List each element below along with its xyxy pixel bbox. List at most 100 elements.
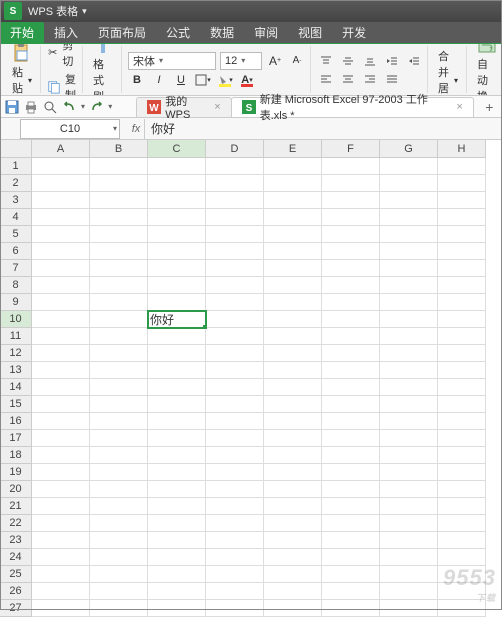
cell-E3[interactable] [264, 192, 322, 209]
cell-D23[interactable] [206, 532, 264, 549]
cell-G11[interactable] [380, 328, 438, 345]
indent-increase-button[interactable] [405, 53, 423, 69]
fill-color-button[interactable]: ▾ [216, 72, 234, 88]
cell-B4[interactable] [90, 209, 148, 226]
menu-tab-5[interactable]: 审阅 [244, 22, 288, 43]
cell-A10[interactable] [32, 311, 90, 328]
cell-G4[interactable] [380, 209, 438, 226]
cell-E18[interactable] [264, 447, 322, 464]
cell-B13[interactable] [90, 362, 148, 379]
row-header-15[interactable]: 15 [0, 396, 32, 413]
cell-G24[interactable] [380, 549, 438, 566]
cell-A18[interactable] [32, 447, 90, 464]
font-name-select[interactable]: 宋体▾ [128, 52, 216, 70]
paste-button[interactable]: 粘贴▾ [8, 44, 36, 96]
cell-B26[interactable] [90, 583, 148, 600]
cell-A2[interactable] [32, 175, 90, 192]
cell-D22[interactable] [206, 515, 264, 532]
cell-C24[interactable] [148, 549, 206, 566]
cell-B12[interactable] [90, 345, 148, 362]
cell-C2[interactable] [148, 175, 206, 192]
cell-F17[interactable] [322, 430, 380, 447]
row-header-24[interactable]: 24 [0, 549, 32, 566]
cell-A17[interactable] [32, 430, 90, 447]
cell-D25[interactable] [206, 566, 264, 583]
print-icon[interactable] [23, 99, 38, 115]
cell-B15[interactable] [90, 396, 148, 413]
cell-H13[interactable] [438, 362, 486, 379]
cell-A13[interactable] [32, 362, 90, 379]
cell-F8[interactable] [322, 277, 380, 294]
cell-H8[interactable] [438, 277, 486, 294]
cell-E24[interactable] [264, 549, 322, 566]
cell-A16[interactable] [32, 413, 90, 430]
cell-F26[interactable] [322, 583, 380, 600]
cell-B8[interactable] [90, 277, 148, 294]
cell-E5[interactable] [264, 226, 322, 243]
cut-button[interactable]: ✂ 剪切 [47, 44, 78, 69]
cell-H10[interactable] [438, 311, 486, 328]
cell-G1[interactable] [380, 158, 438, 175]
row-header-14[interactable]: 14 [0, 379, 32, 396]
cell-D6[interactable] [206, 243, 264, 260]
cell-C8[interactable] [148, 277, 206, 294]
row-header-7[interactable]: 7 [0, 260, 32, 277]
cell-G16[interactable] [380, 413, 438, 430]
cell-C7[interactable] [148, 260, 206, 277]
col-header-D[interactable]: D [206, 140, 264, 158]
redo-icon[interactable] [89, 99, 104, 115]
cell-G21[interactable] [380, 498, 438, 515]
cell-G22[interactable] [380, 515, 438, 532]
row-header-26[interactable]: 26 [0, 583, 32, 600]
row-header-16[interactable]: 16 [0, 413, 32, 430]
cell-D27[interactable] [206, 600, 264, 617]
cell-H24[interactable] [438, 549, 486, 566]
cell-G6[interactable] [380, 243, 438, 260]
cell-B18[interactable] [90, 447, 148, 464]
row-header-19[interactable]: 19 [0, 464, 32, 481]
cell-D14[interactable] [206, 379, 264, 396]
align-right-button[interactable] [361, 71, 379, 87]
cell-B20[interactable] [90, 481, 148, 498]
cell-C16[interactable] [148, 413, 206, 430]
cell-D16[interactable] [206, 413, 264, 430]
row-header-10[interactable]: 10 [0, 311, 32, 328]
cell-E6[interactable] [264, 243, 322, 260]
cell-A11[interactable] [32, 328, 90, 345]
menu-tab-7[interactable]: 开发 [332, 22, 376, 43]
cell-D1[interactable] [206, 158, 264, 175]
cell-F13[interactable] [322, 362, 380, 379]
cell-H5[interactable] [438, 226, 486, 243]
cell-B1[interactable] [90, 158, 148, 175]
cell-A8[interactable] [32, 277, 90, 294]
cell-E25[interactable] [264, 566, 322, 583]
cell-G25[interactable] [380, 566, 438, 583]
italic-button[interactable]: I [150, 72, 168, 88]
cell-F25[interactable] [322, 566, 380, 583]
col-header-E[interactable]: E [264, 140, 322, 158]
row-header-18[interactable]: 18 [0, 447, 32, 464]
cell-D21[interactable] [206, 498, 264, 515]
cell-A21[interactable] [32, 498, 90, 515]
cell-B5[interactable] [90, 226, 148, 243]
col-header-A[interactable]: A [32, 140, 90, 158]
cell-C11[interactable] [148, 328, 206, 345]
cell-G20[interactable] [380, 481, 438, 498]
cell-H11[interactable] [438, 328, 486, 345]
col-header-G[interactable]: G [380, 140, 438, 158]
cell-E1[interactable] [264, 158, 322, 175]
row-header-27[interactable]: 27 [0, 600, 32, 617]
cell-C5[interactable] [148, 226, 206, 243]
row-header-25[interactable]: 25 [0, 566, 32, 583]
copy-button[interactable]: 复制 [47, 71, 78, 97]
cell-D15[interactable] [206, 396, 264, 413]
row-header-17[interactable]: 17 [0, 430, 32, 447]
cell-E9[interactable] [264, 294, 322, 311]
cell-H18[interactable] [438, 447, 486, 464]
cell-C19[interactable] [148, 464, 206, 481]
font-color-button[interactable]: A▾ [238, 72, 256, 88]
cell-H20[interactable] [438, 481, 486, 498]
cell-C17[interactable] [148, 430, 206, 447]
cell-A26[interactable] [32, 583, 90, 600]
cell-G7[interactable] [380, 260, 438, 277]
